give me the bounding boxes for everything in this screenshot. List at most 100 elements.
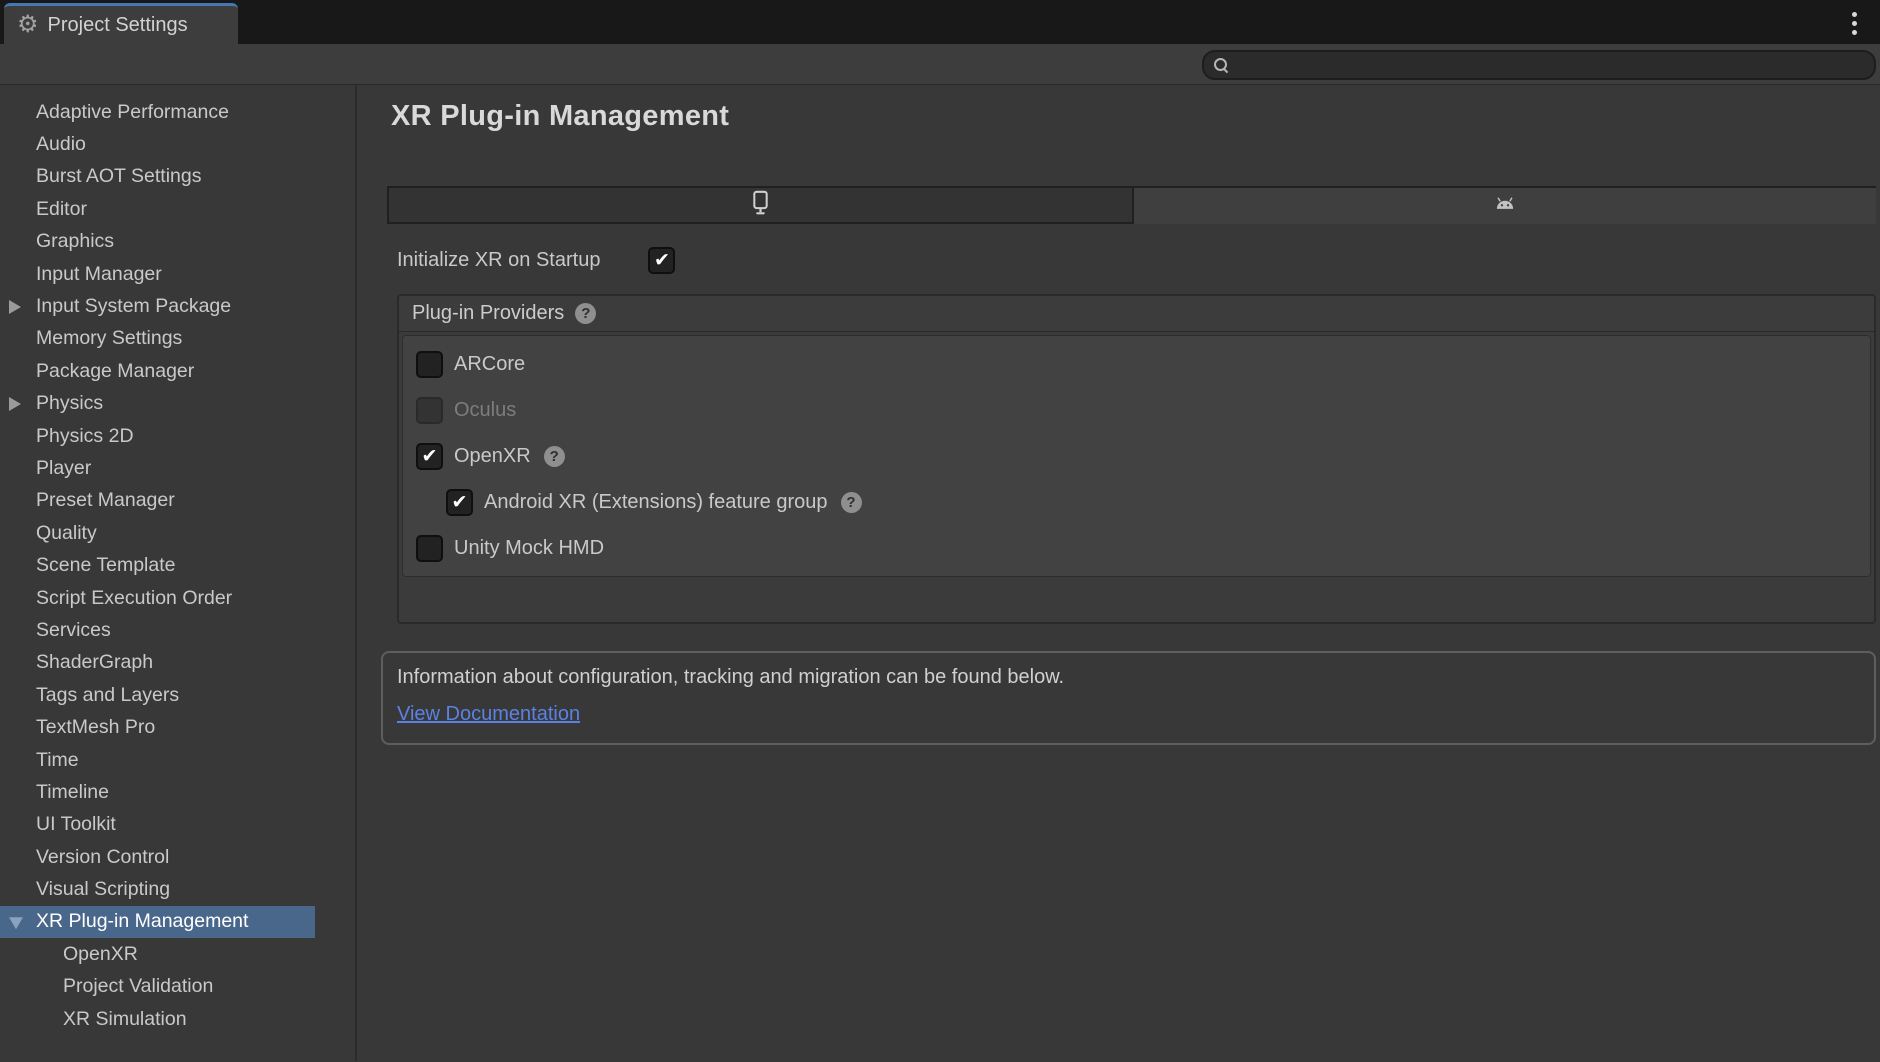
monitor-icon: [747, 189, 774, 221]
platform-tab-android[interactable]: [1134, 188, 1877, 224]
sidebar-item-label: Memory Settings: [36, 327, 182, 350]
sidebar-item-label: Input System Package: [36, 295, 231, 318]
sidebar-item-openxr[interactable]: OpenXR: [0, 938, 315, 970]
initialize-xr-checkbox[interactable]: [648, 247, 675, 274]
sidebar-item-label: Burst AOT Settings: [36, 165, 201, 188]
provider-label: Unity Mock HMD: [454, 537, 604, 560]
sidebar-item-burst-aot-settings[interactable]: Burst AOT Settings: [0, 161, 315, 193]
sidebar-item-label: Package Manager: [36, 360, 194, 383]
sidebar-item-textmesh-pro[interactable]: TextMesh Pro: [0, 711, 315, 743]
sidebar-item-label: Version Control: [36, 846, 169, 869]
provider-row-oculus: Oculus: [403, 387, 1870, 433]
initialize-xr-row: Initialize XR on Startup: [397, 243, 1876, 277]
settings-sidebar: Adaptive Performance Audio Burst AOT Setti…: [0, 85, 357, 1061]
sidebar-item-label: OpenXR: [63, 943, 138, 966]
project-settings-tab-label: Project Settings: [48, 14, 188, 37]
plugin-providers-list: ARCore Oculus OpenXR Android XR (Extensions…: [402, 335, 1871, 577]
sidebar-item-time[interactable]: Time: [0, 744, 315, 776]
sidebar-item-input-system-package[interactable]: Input System Package: [0, 290, 315, 322]
plugin-providers-title: Plug-in Providers: [412, 302, 564, 325]
sidebar-item-graphics[interactable]: Graphics: [0, 226, 315, 258]
android-icon: [1492, 191, 1518, 222]
help-icon[interactable]: [544, 446, 565, 467]
sidebar-item-label: Editor: [36, 198, 87, 221]
sidebar-item-label: Quality: [36, 522, 97, 545]
sidebar-item-editor[interactable]: Editor: [0, 193, 315, 225]
sidebar-item-physics[interactable]: Physics: [0, 388, 315, 420]
sidebar-item-label: Graphics: [36, 230, 114, 253]
search-icon: [1213, 57, 1229, 73]
kebab-menu-icon[interactable]: [1844, 9, 1864, 37]
sidebar-item-player[interactable]: Player: [0, 452, 315, 484]
sidebar-item-audio[interactable]: Audio: [0, 128, 315, 160]
sidebar-item-label: Adaptive Performance: [36, 101, 229, 124]
sidebar-item-memory-settings[interactable]: Memory Settings: [0, 323, 315, 355]
help-icon[interactable]: [575, 303, 596, 324]
sidebar-item-shadergraph[interactable]: ShaderGraph: [0, 647, 315, 679]
sidebar-item-label: Audio: [36, 133, 86, 156]
sidebar-item-input-manager[interactable]: Input Manager: [0, 258, 315, 290]
sidebar-item-ui-toolkit[interactable]: UI Toolkit: [0, 809, 315, 841]
provider-checkbox[interactable]: [446, 489, 473, 516]
sidebar-item-label: Tags and Layers: [36, 684, 179, 707]
plugin-providers-header: Plug-in Providers: [399, 296, 1874, 332]
provider-checkbox[interactable]: [416, 351, 443, 378]
sidebar-item-label: Physics 2D: [36, 425, 134, 448]
sidebar-item-tags-and-layers[interactable]: Tags and Layers: [0, 679, 315, 711]
sidebar-item-visual-scripting[interactable]: Visual Scripting: [0, 873, 315, 905]
sidebar-item-label: Physics: [36, 392, 103, 415]
sidebar-item-timeline[interactable]: Timeline: [0, 776, 315, 808]
sidebar-item-preset-manager[interactable]: Preset Manager: [0, 485, 315, 517]
sidebar-item-xr-simulation[interactable]: XR Simulation: [0, 1003, 315, 1035]
sidebar-item-services[interactable]: Services: [0, 614, 315, 646]
sidebar-item-label: Project Validation: [63, 975, 213, 998]
sidebar-item-package-manager[interactable]: Package Manager: [0, 355, 315, 387]
help-icon[interactable]: [841, 492, 862, 513]
settings-content: XR Plug-in Management Initialize XR on S…: [357, 85, 1880, 1061]
sidebar-item-quality[interactable]: Quality: [0, 517, 315, 549]
chevron-down-icon[interactable]: [9, 917, 23, 929]
provider-row-arcore: ARCore: [403, 341, 1870, 387]
plugin-providers-box: Plug-in Providers ARCore Oculus OpenXR Andr…: [397, 294, 1876, 624]
sidebar-item-adaptive-performance[interactable]: Adaptive Performance: [0, 96, 315, 128]
sidebar-item-label: XR Simulation: [63, 1008, 187, 1031]
sidebar-item-project-validation[interactable]: Project Validation: [0, 971, 315, 1003]
provider-label: OpenXR: [454, 445, 531, 468]
sidebar-item-label: XR Plug-in Management: [36, 910, 248, 933]
sidebar-item-label: Time: [36, 749, 79, 772]
chevron-right-icon[interactable]: [9, 300, 21, 314]
provider-label: ARCore: [454, 353, 525, 376]
provider-row-android-xr-extensions-feature-group: Android XR (Extensions) feature group: [403, 479, 1870, 525]
window-top-bar: ⚙ Project Settings: [0, 0, 1880, 44]
provider-row-unity-mock-hmd: Unity Mock HMD: [403, 525, 1870, 571]
sidebar-item-version-control[interactable]: Version Control: [0, 841, 315, 873]
search-input[interactable]: [1235, 52, 1874, 78]
sidebar-item-label: Scene Template: [36, 554, 175, 577]
sidebar-item-scene-template[interactable]: Scene Template: [0, 549, 315, 581]
page-title: XR Plug-in Management: [391, 85, 1876, 133]
sidebar-item-label: Input Manager: [36, 263, 162, 286]
provider-row-openxr: OpenXR: [403, 433, 1870, 479]
sidebar-item-label: ShaderGraph: [36, 651, 153, 674]
sidebar-item-label: UI Toolkit: [36, 813, 116, 836]
sidebar-item-label: Player: [36, 457, 91, 480]
info-text: Information about configuration, trackin…: [397, 666, 1860, 689]
project-settings-tab[interactable]: ⚙ Project Settings: [4, 3, 238, 44]
provider-checkbox[interactable]: [416, 535, 443, 562]
platform-tab-desktop[interactable]: [387, 188, 1134, 224]
sidebar-item-script-execution-order[interactable]: Script Execution Order: [0, 582, 315, 614]
search-field[interactable]: [1202, 50, 1876, 80]
provider-label: Android XR (Extensions) feature group: [484, 491, 828, 514]
sidebar-item-physics-2d[interactable]: Physics 2D: [0, 420, 315, 452]
provider-label: Oculus: [454, 399, 516, 422]
sidebar-item-label: Script Execution Order: [36, 587, 232, 610]
initialize-xr-label: Initialize XR on Startup: [397, 249, 600, 272]
view-documentation-link[interactable]: View Documentation: [397, 703, 580, 726]
toolbar: [0, 44, 1880, 85]
chevron-right-icon[interactable]: [9, 397, 21, 411]
gear-icon: ⚙: [17, 13, 39, 37]
documentation-info-box: Information about configuration, trackin…: [381, 651, 1876, 745]
sidebar-item-label: Timeline: [36, 781, 109, 804]
sidebar-item-xr-plug-in-management[interactable]: XR Plug-in Management: [0, 906, 315, 938]
provider-checkbox[interactable]: [416, 443, 443, 470]
